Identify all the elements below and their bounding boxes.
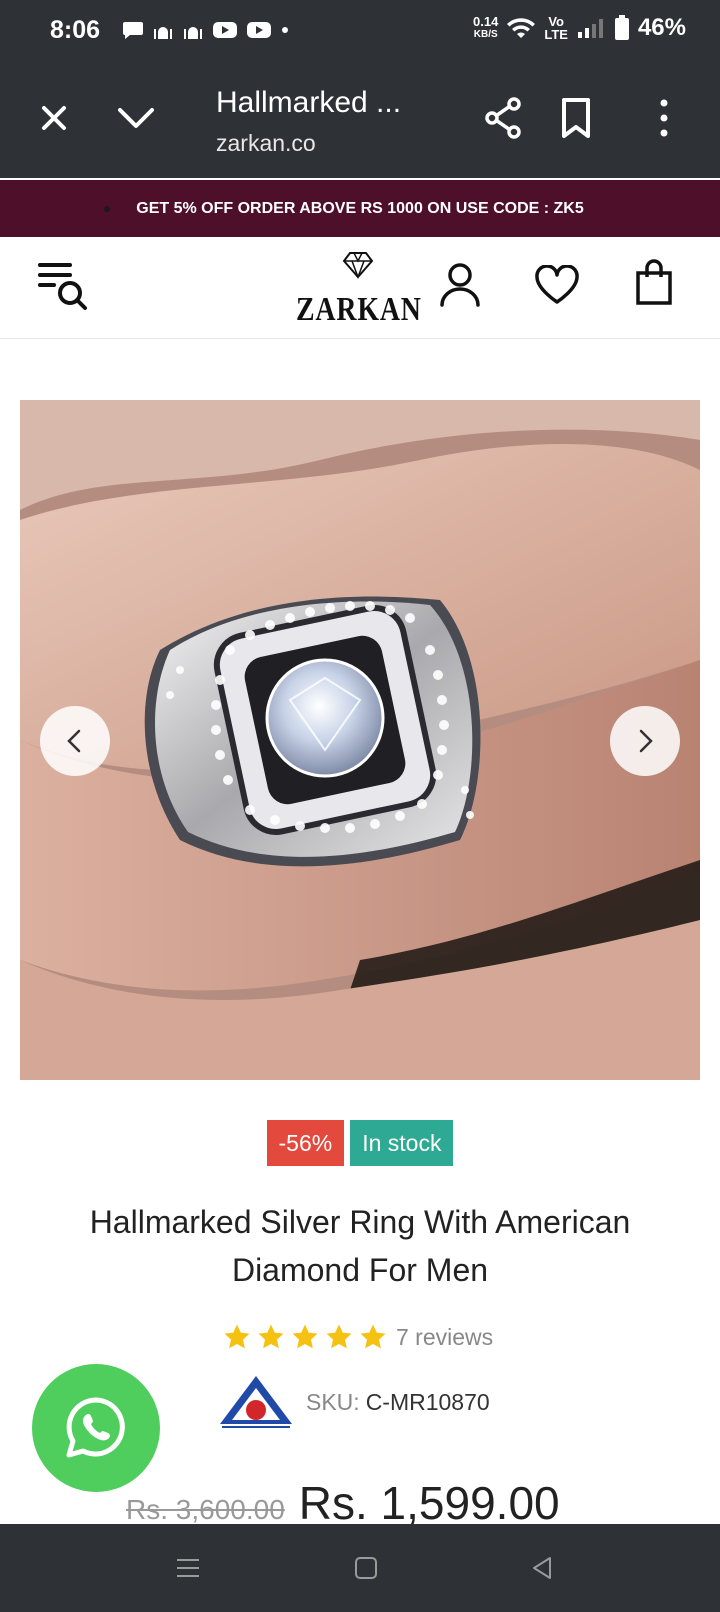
system-nav-bar — [0, 1524, 720, 1612]
star-icon — [224, 1324, 250, 1349]
signal-icon — [577, 19, 603, 38]
nav-back-icon[interactable] — [528, 1554, 556, 1582]
star-icon — [360, 1324, 386, 1349]
site-logo[interactable]: ZARKAN — [296, 251, 421, 328]
price-sale: Rs. 1,599.00 — [298, 1477, 560, 1529]
product-rating[interactable]: 7 reviews — [222, 1322, 493, 1352]
heart-icon[interactable] — [534, 265, 580, 305]
ring-photo — [20, 400, 700, 1080]
status-right: 0.14 KB/S Vo LTE 46% — [473, 14, 686, 42]
sku-row: SKU: C-MR10870 — [216, 1372, 490, 1432]
sku-label: SKU: — [306, 1388, 360, 1415]
promo-banner: GET 5% OFF ORDER ABOVE RS 1000 ON USE CO… — [0, 180, 720, 237]
chevron-left-icon — [67, 729, 81, 753]
discount-badge: -56% — [266, 1120, 345, 1166]
price-row: Rs. 3,600.00 Rs. 1,599.00 — [126, 1476, 560, 1530]
nav-home-icon[interactable] — [352, 1554, 380, 1582]
star-icon — [258, 1324, 284, 1349]
more-notifications-dot-icon — [282, 27, 288, 33]
carousel-prev-button[interactable] — [40, 706, 110, 776]
battery-icon — [614, 15, 629, 40]
price-original: Rs. 3,600.00 — [126, 1494, 285, 1525]
youtube-notification-icon — [247, 22, 271, 38]
page-title: Hallmarked ... — [216, 86, 402, 119]
more-vert-icon[interactable] — [640, 94, 688, 142]
carousel-next-button[interactable] — [610, 706, 680, 776]
notification-icons — [122, 20, 290, 40]
volte-bottom: LTE — [544, 27, 568, 42]
menu-search-icon[interactable] — [38, 261, 90, 313]
net-speed-value: 0.14 — [473, 14, 499, 29]
bag-icon[interactable] — [634, 259, 674, 307]
reviews-link[interactable]: 7 reviews — [396, 1324, 493, 1351]
chevron-down-icon[interactable] — [112, 94, 160, 142]
star-icon — [292, 1324, 318, 1349]
chevron-right-icon — [639, 729, 653, 753]
page-url: zarkan.co — [216, 130, 316, 156]
share-icon[interactable] — [480, 94, 528, 142]
product-title: Hallmarked Silver Ring With American Dia… — [89, 1204, 631, 1288]
product-badges: -56% In stock — [0, 1120, 720, 1166]
chat-notification-icon — [123, 22, 143, 39]
promo-dot — [104, 206, 110, 212]
whatsapp-icon — [66, 1397, 125, 1458]
bookmark-icon[interactable] — [552, 94, 600, 142]
status-time: 8:06 — [50, 16, 101, 44]
battery-percent: 46% — [637, 14, 686, 41]
volte-indicator: Vo LTE — [544, 15, 568, 41]
product-image[interactable] — [20, 400, 700, 1080]
site-header: ZARKAN — [0, 237, 720, 339]
mosque-notification-icon — [184, 27, 202, 39]
status-bar: 8:06 0.14 KB/S Vo LTE 46% — [0, 0, 720, 64]
stock-badge: In stock — [350, 1120, 454, 1166]
promo-text: GET 5% OFF ORDER ABOVE RS 1000 ON USE CO… — [136, 199, 584, 217]
whatsapp-chat-button[interactable] — [32, 1364, 160, 1492]
browser-toolbar: Hallmarked ... zarkan.co — [0, 64, 720, 178]
close-icon[interactable] — [30, 94, 78, 142]
net-speed-unit: KB/S — [473, 29, 498, 40]
mosque-notification-icon — [154, 27, 172, 39]
youtube-notification-icon — [213, 22, 237, 38]
net-speed: 0.14 KB/S — [473, 15, 498, 41]
diamond-logo-icon — [342, 252, 374, 279]
sku-value: C-MR10870 — [365, 1388, 490, 1415]
user-icon[interactable] — [438, 261, 482, 309]
wifi-icon — [507, 18, 536, 38]
nav-menu-icon[interactable] — [174, 1554, 202, 1582]
bis-hallmark-logo — [220, 1376, 292, 1430]
star-icon — [326, 1324, 352, 1349]
logo-text: ZARKAN — [296, 291, 422, 328]
